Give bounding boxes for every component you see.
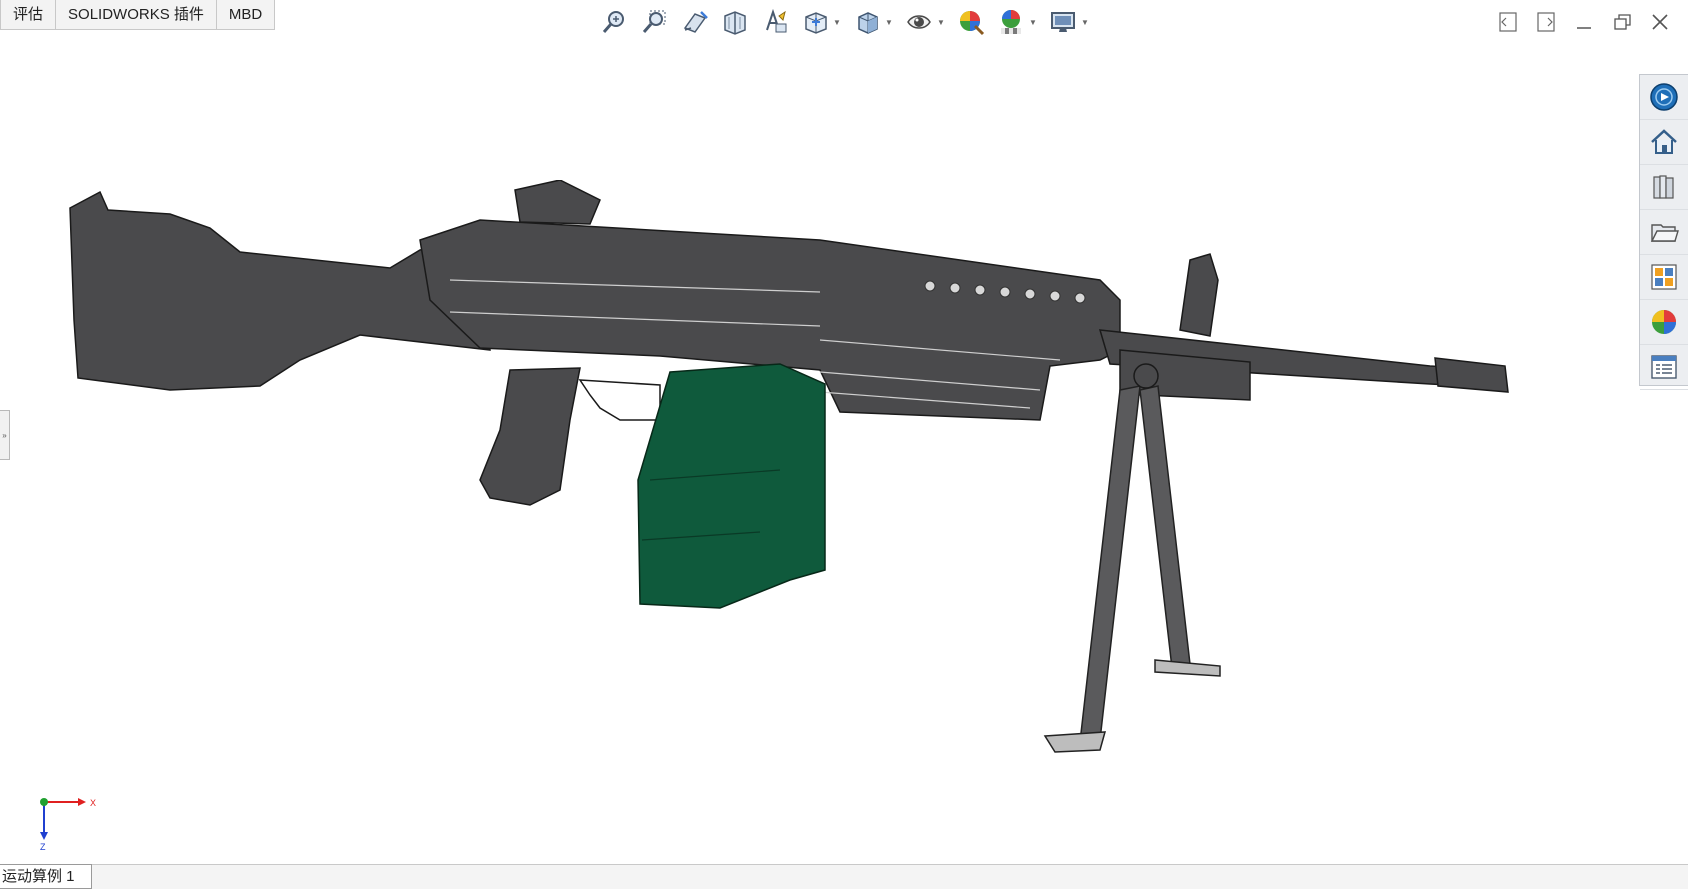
previous-view-icon[interactable] [678, 6, 712, 38]
triad-z-label: Z [40, 842, 46, 852]
restore-icon[interactable] [1608, 8, 1636, 36]
home-icon[interactable] [1640, 120, 1688, 165]
tab-mbd[interactable]: MBD [215, 0, 276, 30]
task-pane [1639, 74, 1688, 390]
zoom-to-area-icon[interactable] [638, 6, 672, 38]
command-manager-tabs: 评估 SOLIDWORKS 插件 MBD [0, 0, 276, 30]
close-icon[interactable] [1646, 8, 1674, 36]
tile-right-icon[interactable] [1532, 8, 1560, 36]
bottom-tab-bar: 运动算例 1 [0, 864, 1688, 889]
dynamic-annotation-views-icon[interactable] [758, 6, 792, 38]
tab-solidworks-addins[interactable]: SOLIDWORKS 插件 [55, 0, 217, 30]
tile-left-icon[interactable] [1494, 8, 1522, 36]
apply-scene-icon[interactable] [994, 6, 1028, 38]
view-orientation-dropdown-icon[interactable]: ▼ [832, 6, 842, 38]
solidworks-resources-icon[interactable] [1640, 75, 1688, 120]
feature-tree-expand-handle[interactable]: » [0, 410, 10, 460]
tab-motion-study-1[interactable]: 运动算例 1 [0, 864, 92, 889]
file-explorer-icon[interactable] [1640, 210, 1688, 255]
hide-show-items-icon[interactable] [902, 6, 936, 38]
reference-triad: X Z [40, 798, 96, 852]
view-orientation-icon[interactable] [798, 6, 832, 38]
heads-up-view-toolbar: ▼ ▼ ▼ ▼ ▼ [598, 6, 1092, 38]
tab-evaluate[interactable]: 评估 [0, 0, 57, 30]
zoom-to-fit-icon[interactable] [598, 6, 632, 38]
display-style-icon[interactable] [850, 6, 884, 38]
custom-properties-icon[interactable] [1640, 345, 1688, 390]
appearances-scenes-icon[interactable] [1640, 300, 1688, 345]
display-style-dropdown-icon[interactable]: ▼ [884, 6, 894, 38]
view-settings-icon[interactable] [1046, 6, 1080, 38]
graphics-area-model[interactable] [60, 180, 1630, 820]
edit-appearance-icon[interactable] [954, 6, 988, 38]
chevron-right-icon: » [2, 430, 7, 440]
hide-show-dropdown-icon[interactable]: ▼ [936, 6, 946, 38]
triad-x-label: X [90, 798, 96, 808]
minimize-icon[interactable] [1570, 8, 1598, 36]
section-view-icon[interactable] [718, 6, 752, 38]
window-controls [1494, 8, 1674, 36]
design-library-icon[interactable] [1640, 165, 1688, 210]
view-settings-dropdown-icon[interactable]: ▼ [1080, 6, 1090, 38]
apply-scene-dropdown-icon[interactable]: ▼ [1028, 6, 1038, 38]
view-palette-icon[interactable] [1640, 255, 1688, 300]
